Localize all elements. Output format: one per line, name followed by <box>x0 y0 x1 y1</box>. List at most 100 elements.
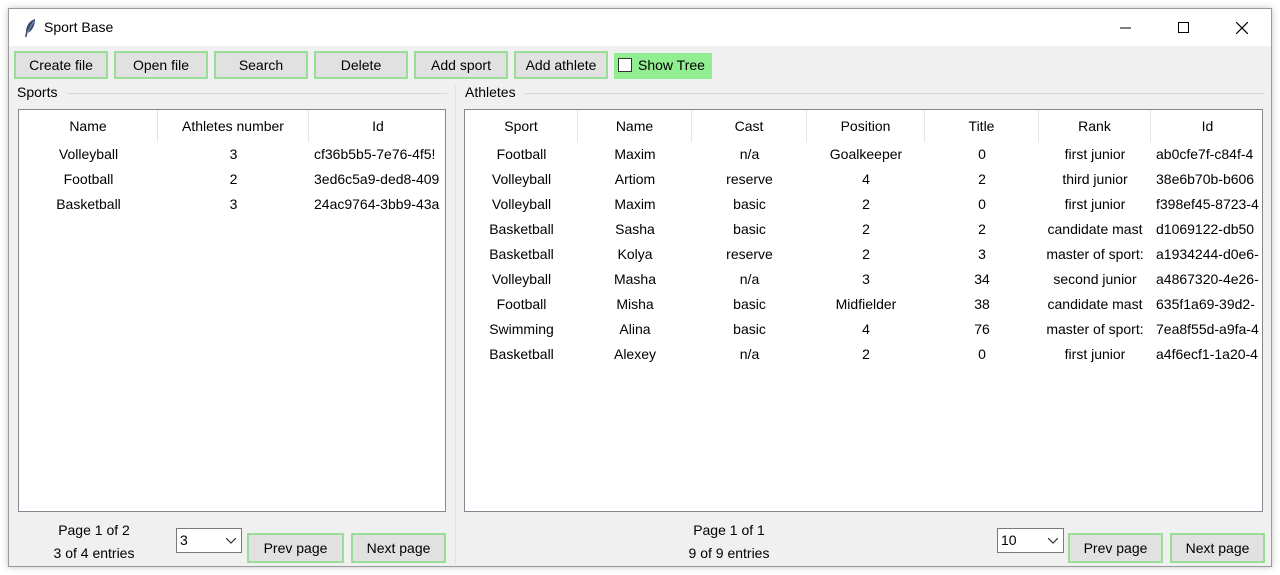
athlete-sport: Football <box>496 146 547 162</box>
athlete-rank: candidate mast <box>1047 221 1143 237</box>
table-row[interactable]: Basketball Alexey n/a 2 0 first junior a4f6ecf… <box>465 342 1262 367</box>
add-athlete-button[interactable]: Add athlete <box>514 51 608 79</box>
athletes-group-border <box>525 93 1265 94</box>
athlete-sport: Volleyball <box>491 171 552 187</box>
feather-icon <box>23 18 37 38</box>
athlete-rank: second junior <box>1053 271 1137 287</box>
athlete-position: 3 <box>862 271 870 287</box>
athlete-title: 3 <box>978 246 986 262</box>
table-row[interactable]: Basketball Sasha basic 2 2 candidate mast d106… <box>465 217 1262 242</box>
sport-name: Football <box>63 171 114 187</box>
athletes-per-page-value: 10 <box>1001 532 1017 548</box>
athlete-id: ab0cfe7f-c84f-4 <box>1156 146 1254 162</box>
athlete-id: d1069122-db50 <box>1156 221 1255 237</box>
table-row[interactable]: Basketball Kolya reserve 2 3 master of sport:… <box>465 242 1262 267</box>
athletes-table-header: Sport Name Cast Position Title Rank Id <box>465 110 1262 142</box>
athlete-cast: basic <box>733 321 766 337</box>
add-sport-button[interactable]: Add sport <box>414 51 508 79</box>
athlete-rank: first junior <box>1064 346 1126 362</box>
create-file-button[interactable]: Create file <box>14 51 108 79</box>
sport-id: cf36b5b5-7e76-4f5! <box>314 146 436 162</box>
athletes-next-page-button[interactable]: Next page <box>1170 533 1265 563</box>
athlete-title: 0 <box>978 196 986 212</box>
table-row[interactable]: Football 2 3ed6c5a9-ded8-409 <box>19 167 445 192</box>
sports-col-name[interactable]: Name <box>19 110 158 142</box>
sports-col-athletes-number[interactable]: Athletes number <box>158 110 309 142</box>
athletes-prev-page-button[interactable]: Prev page <box>1068 533 1163 563</box>
athlete-name: Alexey <box>613 346 657 362</box>
athlete-title: 2 <box>978 221 986 237</box>
table-row[interactable]: Swimming Alina basic 4 76 master of sport: 7ea… <box>465 317 1262 342</box>
athletes-col-position[interactable]: Position <box>807 110 925 142</box>
athletes-col-rank[interactable]: Rank <box>1039 110 1151 142</box>
title-bar[interactable]: Sport Base <box>9 9 1271 46</box>
table-row[interactable]: Volleyball Artiom reserve 4 2 third junior 38e… <box>465 167 1262 192</box>
athlete-cast: n/a <box>739 271 760 287</box>
table-row[interactable]: Volleyball Maxim basic 2 0 first junior f398ef… <box>465 192 1262 217</box>
show-tree-label: Show Tree <box>638 57 705 73</box>
sport-athletes-number: 3 <box>229 196 238 212</box>
athlete-title: 0 <box>978 346 986 362</box>
sport-athletes-number: 2 <box>229 171 238 187</box>
athlete-id: 38e6b70b-b606 <box>1156 171 1255 187</box>
delete-button[interactable]: Delete <box>314 51 408 79</box>
athlete-rank: candidate mast <box>1047 296 1143 312</box>
close-button[interactable] <box>1212 9 1270 46</box>
athlete-sport: Football <box>496 296 547 312</box>
athlete-name: Maxim <box>614 196 656 212</box>
table-row[interactable]: Football Maxim n/a Goalkeeper 0 first junior a… <box>465 142 1262 167</box>
athletes-col-title[interactable]: Title <box>925 110 1039 142</box>
athlete-name: Maxim <box>614 146 656 162</box>
athletes-col-name[interactable]: Name <box>578 110 692 142</box>
athletes-col-id[interactable]: Id <box>1151 110 1262 142</box>
sports-prev-page-button[interactable]: Prev page <box>247 533 344 563</box>
athlete-sport: Basketball <box>489 221 554 237</box>
athlete-rank: third junior <box>1062 171 1128 187</box>
sports-per-page-value: 3 <box>180 532 188 548</box>
open-file-button[interactable]: Open file <box>114 51 208 79</box>
athlete-rank: first junior <box>1064 146 1126 162</box>
sports-col-id[interactable]: Id <box>309 110 445 142</box>
table-row[interactable]: Volleyball 3 cf36b5b5-7e76-4f5! <box>19 142 445 167</box>
athlete-id: 635f1a69-39d2- <box>1156 296 1255 312</box>
athlete-title: 76 <box>974 321 990 337</box>
sport-athletes-number: 3 <box>229 146 238 162</box>
sports-per-page-select[interactable]: 3 <box>176 528 242 553</box>
window-title: Sport Base <box>44 19 114 35</box>
sports-table[interactable]: Name Athletes number Id Volleyball 3 cf3… <box>18 109 446 512</box>
chevron-down-icon <box>226 538 236 544</box>
athlete-name: Masha <box>613 271 657 287</box>
athlete-cast: basic <box>733 296 766 312</box>
athlete-name: Misha <box>616 296 654 312</box>
athlete-cast: n/a <box>739 346 760 362</box>
athlete-id: a1934244-d0e6- <box>1156 246 1259 262</box>
athlete-name: Kolya <box>617 246 653 262</box>
sports-page-indicator: Page 1 of 2 <box>58 522 130 538</box>
athlete-title: 34 <box>974 271 990 287</box>
athletes-col-sport[interactable]: Sport <box>465 110 578 142</box>
athlete-id: a4f6ecf1-1a20-4 <box>1156 346 1258 362</box>
table-row[interactable]: Basketball 3 24ac9764-3bb9-43a <box>19 192 445 217</box>
show-tree-checkbox[interactable]: Show Tree <box>614 53 712 79</box>
athlete-position: 2 <box>862 346 870 362</box>
athletes-per-page-select[interactable]: 10 <box>997 528 1064 553</box>
sports-next-page-button[interactable]: Next page <box>351 533 446 563</box>
table-row[interactable]: Volleyball Masha n/a 3 34 second junior a48673… <box>465 267 1262 292</box>
maximize-button[interactable] <box>1154 9 1212 46</box>
checkbox-box[interactable] <box>618 58 632 72</box>
table-row[interactable]: Football Misha basic Midfielder 38 candidate … <box>465 292 1262 317</box>
athletes-col-cast[interactable]: Cast <box>692 110 807 142</box>
athlete-cast: basic <box>733 221 766 237</box>
athletes-page-indicator: Page 1 of 1 <box>693 522 765 538</box>
athlete-sport: Swimming <box>489 321 554 337</box>
athletes-table[interactable]: Sport Name Cast Position Title Rank Id F… <box>464 109 1263 512</box>
athlete-cast: reserve <box>726 246 773 262</box>
minimize-icon <box>1120 27 1131 29</box>
athlete-title: 38 <box>974 296 990 312</box>
athlete-name: Artiom <box>614 171 656 187</box>
minimize-button[interactable] <box>1096 9 1154 46</box>
app-window: Sport Base Create file Open file Search … <box>8 8 1272 567</box>
sport-name: Volleyball <box>58 146 119 162</box>
athlete-position: Midfielder <box>835 296 897 312</box>
search-button[interactable]: Search <box>214 51 308 79</box>
